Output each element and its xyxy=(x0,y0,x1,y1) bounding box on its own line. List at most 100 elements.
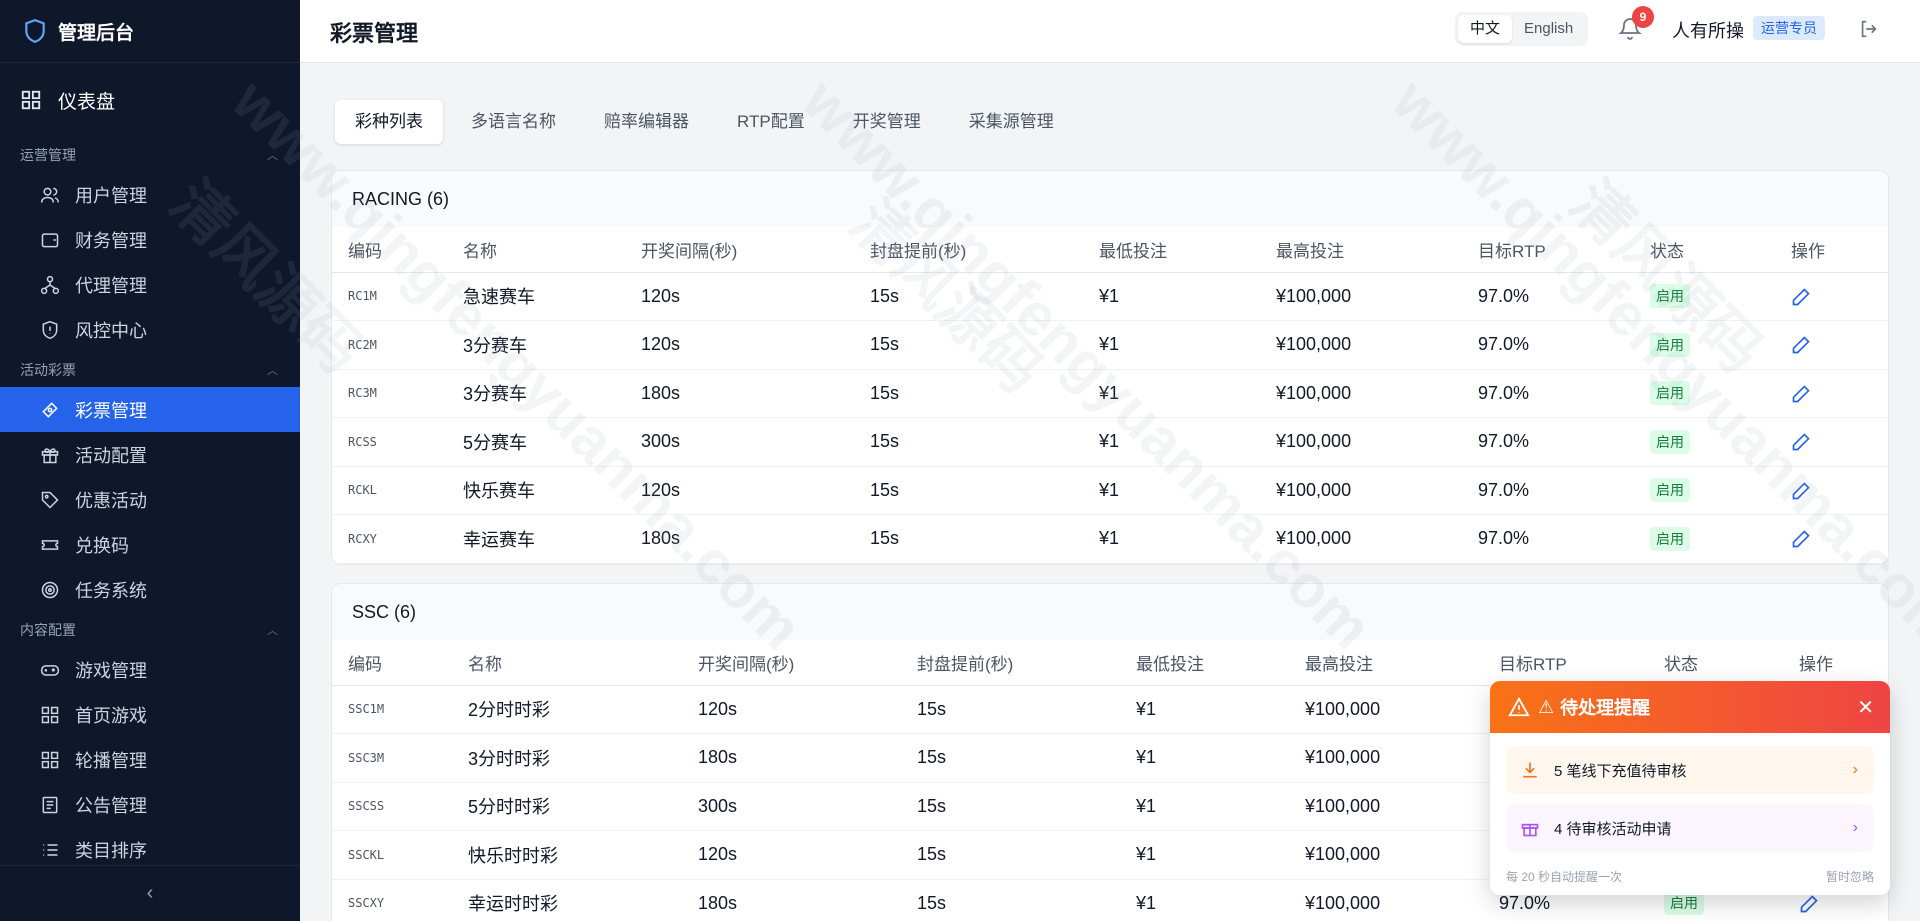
sidebar-item-carousel[interactable]: 轮播管理 xyxy=(0,737,300,782)
sidebar-item-users[interactable]: 用户管理 xyxy=(0,172,300,217)
status-cell: 启用 xyxy=(1634,466,1775,515)
gift-icon xyxy=(1521,823,1539,837)
table-cell: 97.0% xyxy=(1462,272,1634,321)
sidebar-collapse-button[interactable]: ‹ xyxy=(0,865,300,921)
sidebar-item-label: 游戏管理 xyxy=(75,660,147,681)
sidebar-item-home-games[interactable]: 首页游戏 xyxy=(0,692,300,737)
sidebar-item-finance[interactable]: 财务管理 xyxy=(0,217,300,262)
tab-odds-editor[interactable]: 赔率编辑器 xyxy=(584,100,709,144)
sidebar-item-games[interactable]: 游戏管理 xyxy=(0,647,300,692)
table-cell: 120s xyxy=(625,320,854,370)
column-header: 名称 xyxy=(447,227,625,273)
edit-icon[interactable] xyxy=(1791,287,1811,307)
tab-lottery-list[interactable]: 彩种列表 xyxy=(335,100,443,144)
sidebar-item-label: 仪表盘 xyxy=(58,91,116,113)
table-cell: 97.0% xyxy=(1462,320,1634,370)
sidebar-item-announcements[interactable]: 公告管理 xyxy=(0,782,300,827)
table-cell: ¥100,000 xyxy=(1260,466,1462,515)
table-cell: 急速赛车 xyxy=(447,272,625,321)
table-cell: 97.0% xyxy=(1462,514,1634,564)
page-title: 彩票管理 xyxy=(330,21,419,46)
table-cell: 5分赛车 xyxy=(447,417,625,467)
voucher-icon xyxy=(41,539,59,550)
sidebar-item-tasks[interactable]: 任务系统 xyxy=(0,567,300,612)
table-cell: ¥100,000 xyxy=(1289,830,1483,880)
close-icon[interactable]: ✕ xyxy=(1857,695,1874,720)
table-cell: ¥100,000 xyxy=(1289,782,1483,831)
sidebar-item-redeem-codes[interactable]: 兑换码 xyxy=(0,522,300,567)
table-cell: RC1M xyxy=(332,272,447,321)
action-cell xyxy=(1775,320,1888,370)
sidebar-item-label: 首页游戏 xyxy=(75,705,147,726)
tab-draw-management[interactable]: 开奖管理 xyxy=(833,100,941,144)
column-header: 编码 xyxy=(332,640,452,686)
sidebar-group-activity[interactable]: 活动彩票 ︿ xyxy=(0,352,300,387)
sidebar-item-agents[interactable]: 代理管理 xyxy=(0,262,300,307)
lang-en-button[interactable]: English xyxy=(1512,15,1585,43)
pending-recharge-item[interactable]: 5 笔线下充值待审核 › xyxy=(1506,746,1874,794)
pending-recharge-text: 5 笔线下充值待审核 xyxy=(1554,762,1687,780)
table-cell: 3分赛车 xyxy=(447,369,625,418)
tab-source-management[interactable]: 采集源管理 xyxy=(949,100,1074,144)
table-cell: 120s xyxy=(625,466,854,515)
sidebar-item-label: 兑换码 xyxy=(75,535,129,556)
lottery-tabs: 彩种列表 多语言名称 赔率编辑器 RTP配置 开奖管理 采集源管理 xyxy=(335,100,1074,144)
edit-icon[interactable] xyxy=(1791,384,1811,404)
sidebar-item-dashboard[interactable]: 仪表盘 xyxy=(0,63,300,137)
card-title: RACING (6) xyxy=(332,171,1888,227)
sidebar-group-content[interactable]: 内容配置 ︿ xyxy=(0,612,300,647)
ignore-button[interactable]: 暂时忽略 xyxy=(1826,868,1874,885)
column-header: 操作 xyxy=(1775,227,1888,273)
tab-rtp-config[interactable]: RTP配置 xyxy=(717,100,825,144)
table-row: RC2M 3分赛车 120s 15s ¥1 ¥100,000 97.0% 启用 xyxy=(332,320,1888,370)
popup-header: ⚠ 待处理提醒 xyxy=(1490,681,1890,733)
sidebar-item-promotions[interactable]: 优惠活动 xyxy=(0,477,300,522)
sidebar-item-lottery[interactable]: 彩票管理 xyxy=(0,387,300,432)
status-cell: 启用 xyxy=(1634,417,1775,467)
table-cell: ¥100,000 xyxy=(1260,272,1462,321)
action-cell xyxy=(1775,466,1888,515)
table-cell: 3分赛车 xyxy=(447,320,625,370)
table-cell: 180s xyxy=(625,369,854,418)
sidebar-group-title: 运营管理 xyxy=(20,146,76,163)
table-cell: 120s xyxy=(625,272,854,321)
sidebar-item-label: 公告管理 xyxy=(75,795,147,816)
table-cell: 15s xyxy=(854,272,1083,321)
table-cell: ¥100,000 xyxy=(1260,320,1462,370)
logout-button[interactable] xyxy=(1858,18,1880,40)
table-row: RC3M 3分赛车 180s 15s ¥1 ¥100,000 97.0% 启用 xyxy=(332,369,1888,418)
status-badge: 启用 xyxy=(1650,332,1690,357)
table-cell: ¥100,000 xyxy=(1289,733,1483,783)
column-header: 状态 xyxy=(1648,640,1783,686)
sidebar-group-ops[interactable]: 运营管理 ︿ xyxy=(0,137,300,172)
sidebar-brand[interactable]: 管理后台 xyxy=(0,0,300,63)
edit-icon[interactable] xyxy=(1791,529,1811,549)
table-cell: ¥1 xyxy=(1083,320,1260,370)
table-cell: 180s xyxy=(625,514,854,564)
sidebar: 管理后台 仪表盘 运营管理 ︿ 用户管理 财务管理 代理管理 风控中心 活动彩票… xyxy=(0,0,300,921)
column-header: 目标RTP xyxy=(1462,227,1634,273)
column-header: 最高投注 xyxy=(1289,640,1483,686)
edit-icon[interactable] xyxy=(1791,481,1811,501)
pending-activity-item[interactable]: 4 待审核活动申请 › xyxy=(1506,804,1874,852)
table-row: RCKL 快乐赛车 120s 15s ¥1 ¥100,000 97.0% 启用 xyxy=(332,466,1888,515)
edit-icon[interactable] xyxy=(1791,432,1811,452)
ticket-icon xyxy=(42,401,58,418)
sidebar-item-label: 活动配置 xyxy=(75,445,147,466)
shield-icon xyxy=(25,19,45,43)
table-cell: 15s xyxy=(901,879,1120,921)
edit-icon[interactable] xyxy=(1799,894,1819,914)
action-cell xyxy=(1775,272,1888,321)
column-header: 开奖间隔(秒) xyxy=(682,640,901,686)
brand-title: 管理后台 xyxy=(58,22,135,44)
user-name: 人有所操 xyxy=(1672,21,1744,41)
tab-i18n-names[interactable]: 多语言名称 xyxy=(451,100,576,144)
sidebar-item-activity-config[interactable]: 活动配置 xyxy=(0,432,300,477)
sidebar-item-label: 类目排序 xyxy=(75,840,147,861)
lang-zh-button[interactable]: 中文 xyxy=(1458,15,1513,43)
grid-icon xyxy=(41,751,59,768)
edit-icon[interactable] xyxy=(1791,335,1811,355)
table-cell: 120s xyxy=(682,830,901,880)
sidebar-item-risk[interactable]: 风控中心 xyxy=(0,307,300,352)
racing-card: RACING (6) 编码 名称 开奖间隔(秒) 封盘提前(秒) 最低投注 最高投注 目标R… xyxy=(331,170,1889,565)
